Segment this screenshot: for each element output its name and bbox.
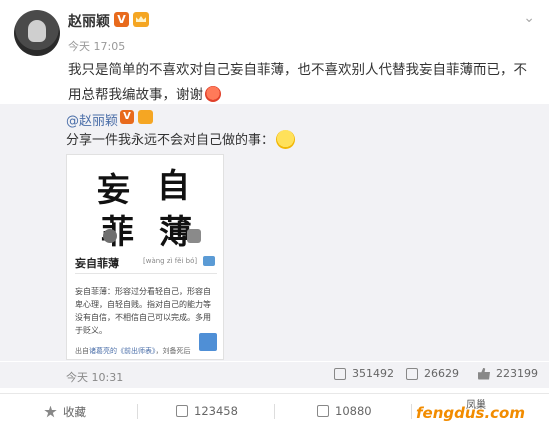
card-divider	[75, 273, 217, 274]
repost-comment-count: 26629	[424, 367, 459, 380]
repost-button[interactable]: 123458	[176, 404, 238, 418]
comment-button-count: 10880	[335, 404, 372, 418]
favorite-label: 收藏	[63, 405, 86, 419]
edit-icon[interactable]	[199, 333, 217, 351]
divider	[137, 404, 138, 419]
post-text: 我只是简单的不喜欢对自己妄自菲薄，也不喜欢别人代替我妄自菲薄而已，不用总帮我编故…	[68, 58, 536, 108]
divider	[274, 404, 275, 419]
avatar-face	[28, 20, 46, 42]
card-source-name: 诸葛亮的《前出师表》	[89, 347, 156, 355]
weibo-post: 赵丽颖 V 今天 17:05 ⌄ 我只是简单的不喜欢对自己妄自菲薄，也不喜欢别人…	[0, 0, 549, 428]
card-pinyin: [wàng zì fěi bó]	[143, 257, 198, 265]
big-char: 妄	[97, 170, 130, 209]
replay-icon	[103, 229, 117, 243]
share-icon	[334, 367, 346, 380]
repost-share-stat[interactable]: 351492	[334, 367, 394, 380]
share-icon	[176, 405, 188, 417]
star-icon	[44, 405, 57, 418]
card-title: 妄自菲薄	[75, 257, 119, 270]
card-source: 出自诸葛亮的《前出师表》，刘备死后	[75, 346, 217, 356]
card-description: 妄自菲薄：形容过分看轻自己，形容自卑心理，自轻自贱。指对自己的能力等没有自信，不…	[75, 287, 211, 335]
repost-text: 分享一件我永远不会对自己做的事：	[66, 130, 296, 150]
card-source-prefix: 出自	[75, 347, 89, 355]
favorite-button[interactable]: 收藏	[44, 404, 86, 420]
thanks-emoji-icon	[205, 86, 221, 102]
speaker-icon[interactable]	[203, 256, 215, 266]
reposted-block: @赵丽颖 V 分享一件我永远不会对自己做的事： 妄 自 菲 薄 妄自菲薄 [wà…	[0, 104, 549, 361]
repost-button-count: 123458	[194, 404, 238, 418]
repost-share-count: 351492	[352, 367, 394, 380]
author-avatar[interactable]	[14, 10, 60, 56]
card-source-suffix: ，刘备死后	[155, 347, 191, 355]
repost-verified-badge-icon: V	[120, 110, 134, 124]
divider	[411, 404, 412, 419]
member-crown-icon	[133, 12, 149, 27]
repost-like-count: 223199	[496, 367, 538, 380]
post-time: 今天 17:05	[68, 40, 126, 53]
repost-text-content: 分享一件我永远不会对自己做的事：	[66, 133, 275, 148]
repost-crown-icon	[138, 110, 153, 124]
repost-author[interactable]: @赵丽颖	[66, 110, 118, 129]
verified-badge-icon: V	[114, 12, 129, 27]
big-char: 自	[157, 166, 190, 205]
dictionary-card-image[interactable]: 妄 自 菲 薄 妄自菲薄 [wàng zì fěi bó] 妄自菲薄：形容过分看…	[66, 154, 224, 360]
repost-meta-row: 今天 10:31 351492 26629 223199	[0, 362, 549, 388]
watermark-logo: 凤巢	[466, 400, 486, 411]
comment-button[interactable]: 10880	[317, 404, 372, 418]
repost-like-stat[interactable]: 223199	[478, 367, 538, 380]
card-big-characters: 妄 自 菲 薄	[67, 159, 225, 251]
repost-time: 今天 10:31	[66, 371, 124, 384]
image-icon	[187, 229, 201, 243]
comment-icon	[317, 405, 329, 417]
chevron-down-icon[interactable]: ⌄	[523, 10, 535, 26]
thumbs-up-icon	[478, 367, 490, 380]
comment-icon	[406, 367, 418, 380]
repost-comment-stat[interactable]: 26629	[406, 367, 459, 380]
post-text-content: 我只是简单的不喜欢对自己妄自菲薄，也不喜欢别人代替我妄自菲薄而已，不用总帮我编故…	[68, 62, 527, 103]
smile-emoji-icon	[276, 130, 296, 149]
author-name[interactable]: 赵丽颖	[68, 11, 110, 31]
